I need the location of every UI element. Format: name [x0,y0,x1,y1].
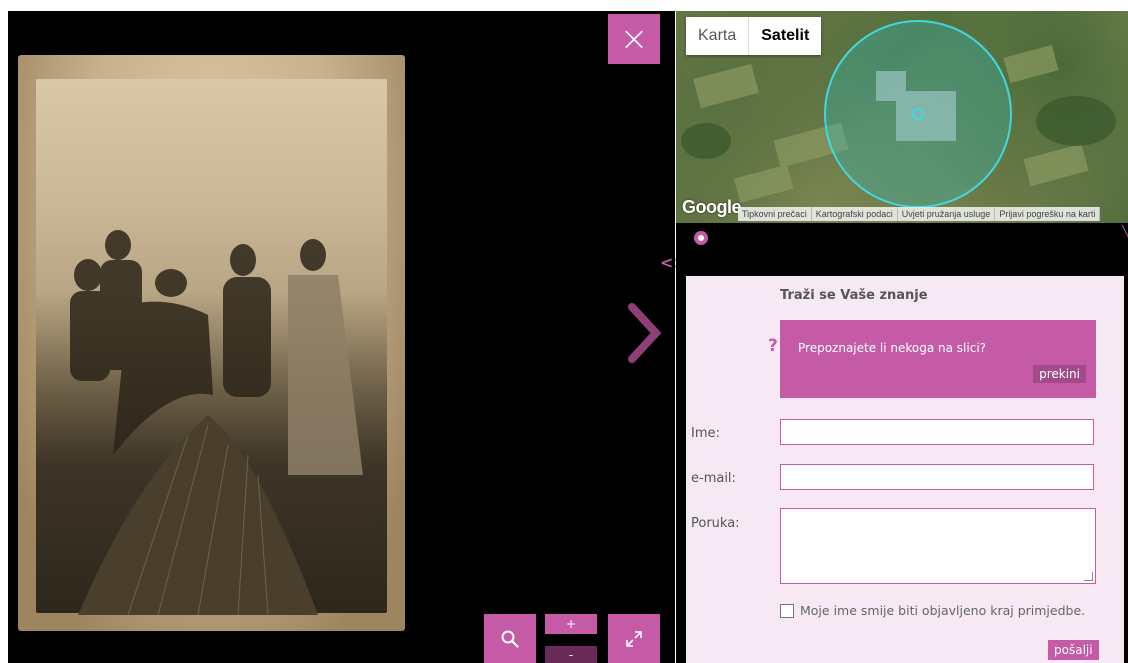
report-error-link[interactable]: Prijavi pogrešku na karti [995,207,1101,221]
search-icon [501,630,519,648]
tab-karta[interactable]: Karta [686,17,748,55]
expand-icon [626,630,642,647]
resize-handle-icon[interactable] [1084,572,1093,581]
send-button[interactable]: pošalji [1048,640,1099,660]
map-type-tabs: Karta Satelit [686,17,822,55]
keyboard-shortcuts-link[interactable]: Tipkovni prečaci [738,207,812,221]
chevron-right-icon[interactable] [626,303,662,367]
photo-viewer [8,11,675,663]
search-button[interactable] [484,614,536,663]
tab-satelit[interactable]: Satelit [748,17,821,55]
name-field[interactable] [780,419,1094,445]
map-data-link[interactable]: Kartografski podaci [812,207,898,221]
scroll-indicator-icon: ╲ [1122,225,1128,239]
name-label: Ime: [691,426,720,441]
location-pin-icon[interactable] [694,231,708,245]
consent-label: Moje ime smije biti objavljeno kraj prim… [800,603,1086,618]
knowledge-form: Traži se Vaše znanje ? Prepoznajete li n… [686,276,1124,663]
cancel-button[interactable]: prekini [1033,365,1086,383]
zoom-in-label: + [565,617,577,631]
historical-photo[interactable] [18,55,405,631]
close-icon: × [619,19,649,59]
message-label: Poruka: [691,516,740,531]
fullscreen-button[interactable] [608,614,660,663]
zoom-out-button[interactable]: - [545,646,597,663]
map-attribution: Tipkovni prečaci Kartografski podaci Uvj… [738,207,1101,221]
satellite-map[interactable]: Karta Satelit Google Tipkovni prečaci Ka… [676,11,1128,223]
terms-link[interactable]: Uvjeti pružanja usluge [898,207,996,221]
zoom-in-button[interactable]: + [545,614,597,634]
message-textarea[interactable] [780,508,1096,584]
zoom-out-label: - [568,647,574,662]
side-panel: Karta Satelit Google Tipkovni prečaci Ka… [676,11,1128,663]
prompt-text: Prepoznajete li nekoga na slici? [798,341,987,355]
close-button[interactable]: × [608,14,660,64]
consent-checkbox[interactable] [780,604,794,618]
form-title: Traži se Vaše znanje [780,288,928,303]
prompt-box: Prepoznajete li nekoga na slici? prekini [780,320,1096,398]
email-label: e-mail: [691,471,736,486]
google-logo: Google [682,197,742,217]
email-field[interactable] [780,464,1094,490]
question-icon: ? [768,336,778,356]
